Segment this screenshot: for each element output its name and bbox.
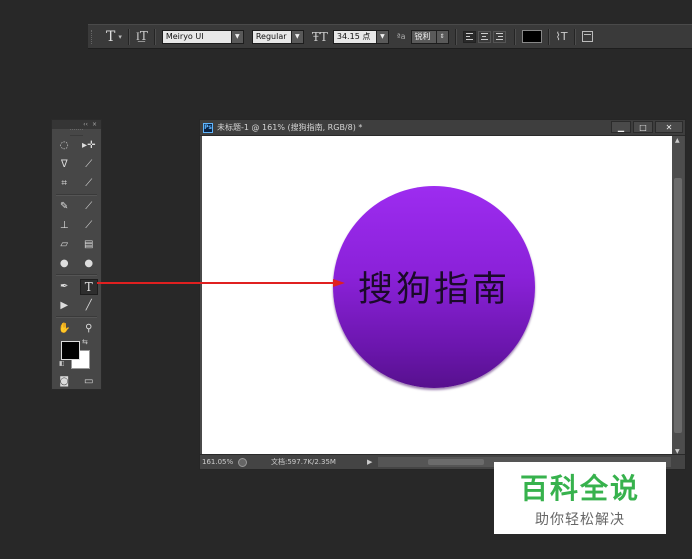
watermark-subtitle: 助你轻松解决 — [535, 512, 625, 528]
default-colors-icon[interactable]: ◧ — [59, 360, 65, 367]
align-center-button[interactable] — [477, 30, 491, 43]
line-tool-icon[interactable]: ╱ — [80, 298, 98, 314]
close-icon[interactable]: × — [92, 121, 97, 128]
anti-alias-select[interactable]: 锐利 ⇕ — [410, 29, 449, 44]
tools-panel: ‹‹ × ◌ ▸✛ ᐁ ⟋ ⌗ ⟋ ✎ ⟋ ⊥ ⟋ ▱ ▤ ● ● ✒ T ▶ … — [51, 119, 102, 390]
canvas[interactable]: 搜狗指南 — [202, 136, 672, 456]
divider — [127, 28, 130, 45]
document-title: 未标题-1 @ 161% (搜狗指南, RGB/8) * — [217, 123, 363, 132]
blur-tool-icon[interactable]: ● — [55, 256, 73, 272]
annotation-arrow — [97, 279, 345, 287]
document-titlebar[interactable]: Ps 未标题-1 @ 161% (搜狗指南, RGB/8) * ▁ □ ✕ — [200, 120, 685, 136]
divider — [56, 316, 97, 318]
swap-colors-icon[interactable]: ⇆ — [82, 338, 88, 346]
elliptical-marquee-tool-icon[interactable]: ◌ — [55, 138, 73, 154]
chevron-down-icon: ▼ — [375, 30, 388, 43]
anti-alias-value: 锐利 — [414, 32, 431, 41]
chevron-down-icon[interactable]: ▾ — [118, 33, 122, 41]
photoshop-logo-icon: Ps — [203, 122, 213, 133]
divider — [513, 28, 516, 45]
clone-stamp-tool-icon[interactable]: ⊥ — [55, 218, 73, 234]
collapse-icon[interactable]: ‹‹ — [83, 121, 88, 128]
divider — [454, 28, 457, 45]
quick-mask-icon[interactable]: ◙ — [55, 374, 73, 390]
font-style-value: Regular — [255, 32, 287, 41]
font-family-value: Meiryo UI — [165, 32, 204, 41]
text-orientation-icon[interactable]: I͟T — [136, 29, 148, 44]
divider — [573, 28, 576, 45]
lasso-tool-icon[interactable]: ᐁ — [55, 157, 73, 173]
options-bar-grip[interactable] — [91, 29, 98, 44]
purple-circle-layer: 搜狗指南 — [333, 186, 535, 388]
close-button[interactable]: ✕ — [655, 121, 683, 133]
document-info: 文档:597.7K/2.35M — [271, 458, 336, 466]
scroll-up-icon[interactable]: ▲ — [675, 137, 680, 144]
minimize-button[interactable]: ▁ — [611, 121, 631, 133]
path-selection-tool-icon[interactable]: ▶ — [55, 298, 73, 314]
divider — [56, 194, 97, 196]
align-right-button[interactable] — [492, 30, 506, 43]
zoom-tool-icon[interactable]: ⚲ — [80, 321, 98, 337]
type-tool-preset-icon[interactable]: T — [106, 29, 115, 45]
divider — [56, 274, 97, 276]
tools-panel-grip[interactable] — [70, 129, 83, 136]
maximize-button[interactable]: □ — [633, 121, 653, 133]
font-size-icon: ŦT — [311, 29, 328, 44]
spot-healing-tool-icon[interactable]: ✎ — [55, 199, 73, 215]
status-menu-icon[interactable] — [238, 457, 247, 467]
color-swatches: ⇆ ◧ — [52, 338, 101, 372]
options-bar: T ▾ I͟T Meiryo UI ▼ Regular ▼ ŦT 34.15 点… — [88, 24, 692, 49]
gradient-tool-icon[interactable]: ▤ — [80, 237, 98, 253]
stepper-icon: ⇕ — [435, 30, 448, 43]
font-family-select[interactable]: Meiryo UI ▼ — [161, 29, 244, 44]
vertical-scroll-thumb[interactable] — [674, 178, 682, 433]
brush-tool-icon[interactable]: ⟋ — [80, 199, 98, 215]
align-left-button[interactable] — [462, 30, 476, 43]
vertical-scrollbar[interactable]: ▲ ▼ — [672, 136, 684, 456]
pen-tool-icon[interactable]: ✒ — [55, 279, 73, 295]
foreground-color-swatch[interactable] — [61, 341, 80, 360]
divider — [547, 28, 550, 45]
watermark-title: 百科全说 — [519, 472, 640, 505]
divider — [153, 28, 156, 45]
eyedropper-tool-icon[interactable]: ⟋ — [80, 176, 98, 192]
quick-selection-tool-icon[interactable]: ⟋ — [80, 157, 98, 173]
chevron-down-icon: ▼ — [290, 30, 303, 43]
font-size-value: 34.15 点 — [336, 32, 371, 41]
crop-tool-icon[interactable]: ⌗ — [55, 176, 73, 192]
screen-mode-icon[interactable]: ▭ — [80, 374, 98, 390]
type-tool-icon[interactable]: T — [79, 278, 98, 295]
horizontal-scroll-thumb[interactable] — [428, 459, 485, 465]
warp-text-icon[interactable]: ⌇T — [556, 30, 568, 43]
history-brush-tool-icon[interactable]: ⟋ — [80, 218, 98, 234]
move-tool-icon[interactable]: ▸✛ — [80, 138, 98, 154]
anti-alias-icon: ªa — [396, 32, 406, 41]
chevron-down-icon: ▼ — [230, 30, 243, 43]
canvas-text-layer: 搜狗指南 — [357, 269, 510, 310]
watermark: 百科全说 助你轻松解决 — [494, 462, 666, 534]
zoom-level-field[interactable]: 161.05% — [200, 458, 238, 466]
character-panel-icon[interactable] — [581, 31, 593, 42]
eraser-tool-icon[interactable]: ▱ — [55, 237, 73, 253]
dodge-tool-icon[interactable]: ● — [80, 256, 98, 272]
hand-tool-icon[interactable]: ✋ — [55, 321, 73, 337]
font-size-select[interactable]: 34.15 点 ▼ — [332, 29, 389, 44]
status-arrow-icon[interactable]: ▶ — [367, 458, 372, 466]
document-window: Ps 未标题-1 @ 161% (搜狗指南, RGB/8) * ▁ □ ✕ 搜狗… — [199, 119, 686, 470]
tools-panel-header: ‹‹ × — [52, 120, 101, 129]
text-color-swatch[interactable] — [521, 30, 542, 43]
font-style-select[interactable]: Regular ▼ — [251, 29, 304, 44]
